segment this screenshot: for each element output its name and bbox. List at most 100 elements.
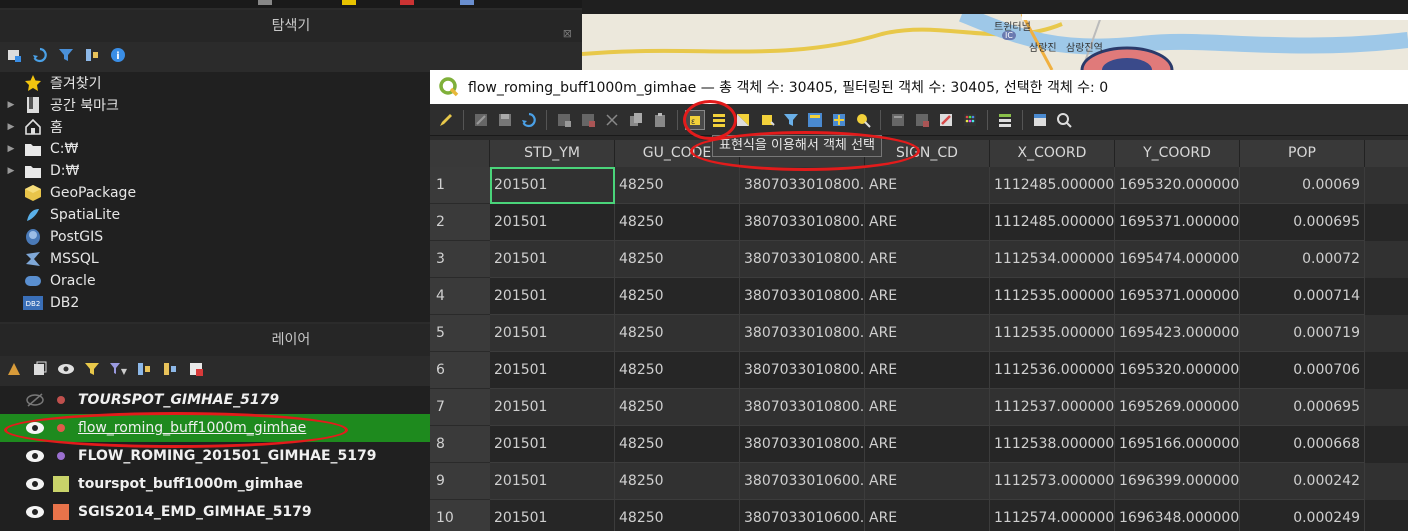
table-cell[interactable]: 201501 — [490, 241, 615, 278]
table-cell[interactable]: 1112534.000000 — [990, 241, 1115, 278]
table-cell[interactable]: 1695371.000000 — [1115, 278, 1240, 315]
row-number[interactable]: 9 — [430, 463, 490, 500]
table-cell[interactable]: 3807033010800... — [740, 426, 865, 463]
table-cell[interactable]: 1695474.000000 — [1115, 241, 1240, 278]
expand-arrow-icon[interactable]: ▶ — [0, 144, 22, 154]
table-row[interactable]: 9 201501 48250 3807033010600... ARE 1112573.0… — [430, 463, 1408, 500]
deselect-all-icon[interactable] — [757, 110, 777, 130]
toolbar-icon[interactable] — [460, 0, 474, 5]
toggle-editing-icon[interactable] — [436, 110, 456, 130]
field-calculator-icon[interactable] — [960, 110, 980, 130]
table-cell[interactable]: 1112485.000000 — [990, 167, 1115, 204]
dock-window-icon[interactable] — [1030, 110, 1050, 130]
table-cell[interactable]: 0.000706 — [1240, 352, 1365, 389]
column-header[interactable]: Y_COORD — [1115, 140, 1240, 167]
column-header[interactable]: X_COORD — [990, 140, 1115, 167]
add-layer-icon[interactable] — [4, 45, 24, 65]
select-by-expression-icon[interactable]: ε — [685, 109, 705, 130]
hidden-eye-icon[interactable] — [22, 390, 48, 410]
save-edits-icon[interactable] — [495, 110, 515, 130]
filter-legend-icon[interactable]: ▼ — [108, 359, 128, 379]
table-cell[interactable]: 1695423.000000 — [1115, 315, 1240, 352]
table-cell[interactable]: 1112573.000000 — [990, 463, 1115, 500]
row-number[interactable]: 2 — [430, 204, 490, 241]
new-field-icon[interactable] — [888, 110, 908, 130]
table-cell[interactable]: 3807033010600... — [740, 500, 865, 531]
table-cell[interactable]: 1695269.000000 — [1115, 389, 1240, 426]
row-number[interactable]: 7 — [430, 389, 490, 426]
table-cell[interactable]: 1112538.000000 — [990, 426, 1115, 463]
table-cell[interactable]: 48250 — [615, 463, 740, 500]
table-cell[interactable]: 1112536.000000 — [990, 352, 1115, 389]
table-row[interactable]: 4 201501 48250 3807033010800... ARE 1112535.0… — [430, 278, 1408, 315]
expand-arrow-icon[interactable]: ▶ — [0, 166, 22, 176]
table-cell[interactable]: 0.000695 — [1240, 389, 1365, 426]
table-cell[interactable]: ARE — [865, 463, 990, 500]
table-cell[interactable]: 0.000668 — [1240, 426, 1365, 463]
table-cell[interactable]: 48250 — [615, 278, 740, 315]
collapse-all-icon[interactable] — [160, 359, 180, 379]
style-icon[interactable] — [4, 359, 24, 379]
delete-field-icon[interactable] — [912, 110, 932, 130]
table-row[interactable]: 5 201501 48250 3807033010800... ARE 1112535.0… — [430, 315, 1408, 352]
table-cell[interactable]: 48250 — [615, 204, 740, 241]
table-cell[interactable]: 201501 — [490, 389, 615, 426]
row-number[interactable]: 8 — [430, 426, 490, 463]
table-cell[interactable]: 0.000714 — [1240, 278, 1365, 315]
table-cell[interactable]: 3807033010800... — [740, 278, 865, 315]
table-cell[interactable]: 48250 — [615, 426, 740, 463]
table-cell[interactable]: 201501 — [490, 204, 615, 241]
add-feature-icon[interactable] — [554, 110, 574, 130]
column-header[interactable]: SIGN_CD — [865, 140, 990, 167]
zoom-to-selected-icon[interactable] — [853, 110, 873, 130]
reload-icon[interactable] — [519, 110, 539, 130]
copy-icon[interactable] — [626, 110, 646, 130]
organize-columns-icon[interactable] — [995, 110, 1015, 130]
table-row[interactable]: 1 201501 48250 3807033010800... ARE 1112485.0… — [430, 167, 1408, 204]
corner-cell[interactable] — [430, 140, 490, 167]
table-cell[interactable]: 201501 — [490, 315, 615, 352]
table-cell[interactable]: 48250 — [615, 500, 740, 531]
cut-icon[interactable] — [602, 110, 622, 130]
conditional-formatting-icon[interactable] — [936, 110, 956, 130]
table-cell[interactable]: 3807033010800... — [740, 389, 865, 426]
table-cell[interactable]: ARE — [865, 389, 990, 426]
table-cell[interactable]: 3807033010600... — [740, 463, 865, 500]
refresh-icon[interactable] — [30, 45, 50, 65]
column-header[interactable]: STD_YM — [490, 140, 615, 167]
zoom-map-icon[interactable] — [1054, 110, 1074, 130]
table-row[interactable]: 7 201501 48250 3807033010800... ARE 1112537.0… — [430, 389, 1408, 426]
table-cell[interactable]: 1112535.000000 — [990, 315, 1115, 352]
row-number[interactable]: 4 — [430, 278, 490, 315]
move-selection-top-icon[interactable] — [805, 110, 825, 130]
table-cell[interactable]: ARE — [865, 426, 990, 463]
eye-icon[interactable] — [22, 418, 48, 438]
multi-edit-icon[interactable] — [471, 110, 491, 130]
table-cell[interactable]: ARE — [865, 167, 990, 204]
table-row[interactable]: 2 201501 48250 3807033010800... ARE 1112485.0… — [430, 204, 1408, 241]
table-cell[interactable]: 201501 — [490, 463, 615, 500]
table-cell[interactable]: 201501 — [490, 352, 615, 389]
table-cell[interactable]: 3807033010800... — [740, 315, 865, 352]
table-cell[interactable]: 48250 — [615, 315, 740, 352]
table-cell[interactable]: 3807033010800... — [740, 167, 865, 204]
table-cell[interactable]: 3807033010800... — [740, 204, 865, 241]
delete-feature-icon[interactable] — [578, 110, 598, 130]
table-row[interactable]: 8 201501 48250 3807033010800... ARE 1112538.0… — [430, 426, 1408, 463]
collapse-all-icon[interactable] — [82, 45, 102, 65]
table-cell[interactable]: 1695320.000000 — [1115, 167, 1240, 204]
table-cell[interactable]: 0.000242 — [1240, 463, 1365, 500]
add-group-icon[interactable] — [30, 359, 50, 379]
table-cell[interactable]: 1696399.000000 — [1115, 463, 1240, 500]
table-cell[interactable]: 0.000695 — [1240, 204, 1365, 241]
table-cell[interactable]: 48250 — [615, 389, 740, 426]
table-cell[interactable]: ARE — [865, 352, 990, 389]
expand-arrow-icon[interactable]: ▶ — [0, 122, 22, 132]
row-number[interactable]: 1 — [430, 167, 490, 204]
table-cell[interactable]: 1112574.000000 — [990, 500, 1115, 531]
table-cell[interactable]: ARE — [865, 204, 990, 241]
table-cell[interactable]: ARE — [865, 278, 990, 315]
row-number[interactable]: 10 — [430, 500, 490, 531]
table-cell[interactable]: 1695371.000000 — [1115, 204, 1240, 241]
remove-layer-icon[interactable] — [186, 359, 206, 379]
